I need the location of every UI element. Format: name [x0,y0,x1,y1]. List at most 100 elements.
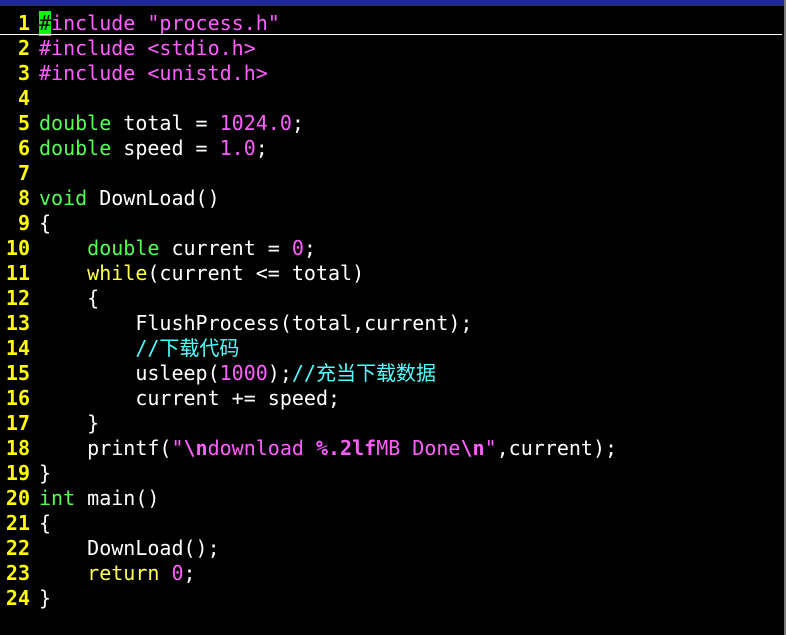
code-token: ; [183,561,196,585]
line-number: 23 [5,561,30,585]
code-line[interactable]: 22 DownLoad(); [0,536,784,561]
code-token: download [207,436,316,460]
line-content[interactable]: double speed = 1.0; [39,136,268,161]
line-number: 11 [5,261,30,285]
code-line[interactable]: 4 [0,86,784,111]
line-content[interactable]: //下载代码 [39,336,239,361]
line-content[interactable]: #include "process.h" [39,11,280,36]
line-number: 17 [5,411,30,435]
line-number: 14 [5,336,30,360]
line-number: 9 [17,211,30,235]
code-token: int [39,486,76,510]
code-line[interactable]: 12 { [0,286,784,311]
code-token: { [39,211,52,235]
code-line[interactable]: 11 while(current <= total) [0,261,784,286]
line-number: 4 [17,86,30,110]
code-token: <stdio.h> [147,36,256,60]
text-cursor: # [39,11,52,36]
code-token: #include [39,61,148,85]
code-token: main() [75,486,160,510]
code-token: //充当下载数据 [291,361,436,385]
code-area[interactable]: 1 #include "process.h" 2 #include <stdio.h>… [0,11,784,611]
code-token: FlushProcess(total,current); [39,311,473,335]
code-token: DownLoad() [87,186,220,210]
line-content[interactable]: current += speed; [39,386,340,411]
code-token: <unistd.h> [147,61,268,85]
line-content[interactable]: } [39,411,99,436]
code-token: "process.h" [147,11,280,35]
code-token: " [171,436,184,460]
code-token: usleep( [39,361,220,385]
code-line[interactable]: 3 #include <unistd.h> [0,61,784,86]
code-line[interactable]: 7 [0,161,784,186]
code-line[interactable]: 13 FlushProcess(total,current); [0,311,784,336]
code-token: } [39,411,100,435]
code-line[interactable]: 21 { [0,511,784,536]
line-content[interactable]: FlushProcess(total,current); [39,311,472,336]
line-content[interactable]: printf("\ndownload %.2lfMB Done\n",curre… [39,436,617,461]
line-content[interactable]: usleep(1000);//充当下载数据 [39,361,436,386]
code-token: \n [183,436,208,460]
code-line[interactable]: 15 usleep(1000);//充当下载数据 [0,361,784,386]
code-line[interactable]: 23 return 0; [0,561,784,586]
line-content[interactable]: double current = 0; [39,236,316,261]
line-content[interactable]: return 0; [39,561,196,586]
code-token: 1000 [219,361,268,385]
code-token: speed = [111,136,220,160]
line-content[interactable]: while(current <= total) [39,261,364,286]
code-line[interactable]: 2 #include <stdio.h> [0,36,784,61]
code-token: \n [460,436,485,460]
code-token: ; [255,136,268,160]
code-token: 1.0 [219,136,256,160]
code-line[interactable]: 10 double current = 0; [0,236,784,261]
line-content[interactable]: DownLoad(); [39,536,219,561]
code-token: //下载代码 [135,336,240,360]
code-token: #include [39,36,148,60]
code-token: ; [291,111,304,135]
code-line[interactable]: 17 } [0,411,784,436]
code-line[interactable]: 24} [0,586,784,611]
line-content[interactable]: { [39,286,99,311]
code-token: } [39,586,52,610]
code-line[interactable]: 18 printf("\ndownload %.2lfMB Done\n",cu… [0,436,784,461]
line-content[interactable]: double total = 1024.0; [39,111,304,136]
code-token: } [39,461,52,485]
line-number: 1 [17,11,30,35]
code-line[interactable]: 6 double speed = 1.0; [0,136,784,161]
line-number: 6 [17,136,30,160]
code-line[interactable]: 14 //下载代码 [0,336,784,361]
code-line[interactable]: 9{ [0,211,784,236]
line-content[interactable]: #include <unistd.h> [39,61,268,86]
line-number: 18 [5,436,30,460]
vim-editor[interactable]: 1 #include "process.h" 2 #include <stdio.h>… [0,0,786,635]
line-number: 5 [17,111,30,135]
code-token: current += speed; [39,386,341,410]
line-content[interactable]: { [39,211,51,236]
line-number: 13 [5,311,30,335]
code-token: current = [159,236,292,260]
line-content[interactable]: void DownLoad() [39,186,220,211]
code-token: (current <= total) [147,261,365,285]
window-top-strip [0,0,786,6]
line-content[interactable]: } [39,586,51,611]
code-line[interactable]: 19} [0,461,784,486]
line-number: 8 [17,186,30,210]
code-line[interactable]: 20 int main() [0,486,784,511]
code-token: 0 [171,561,184,585]
line-content[interactable]: #include <stdio.h> [39,36,256,61]
code-token: { [39,286,100,310]
code-line[interactable]: 16 current += speed; [0,386,784,411]
line-content[interactable]: } [39,461,51,486]
line-number: 7 [17,161,30,185]
line-number: 16 [5,386,30,410]
code-token: void [39,186,88,210]
code-line[interactable]: 5 double total = 1024.0; [0,111,784,136]
code-token: total = [111,111,220,135]
code-line[interactable]: 8 void DownLoad() [0,186,784,211]
line-content[interactable]: int main() [39,486,159,511]
code-line[interactable]: 1 #include "process.h" [0,11,784,36]
line-content[interactable]: { [39,511,51,536]
